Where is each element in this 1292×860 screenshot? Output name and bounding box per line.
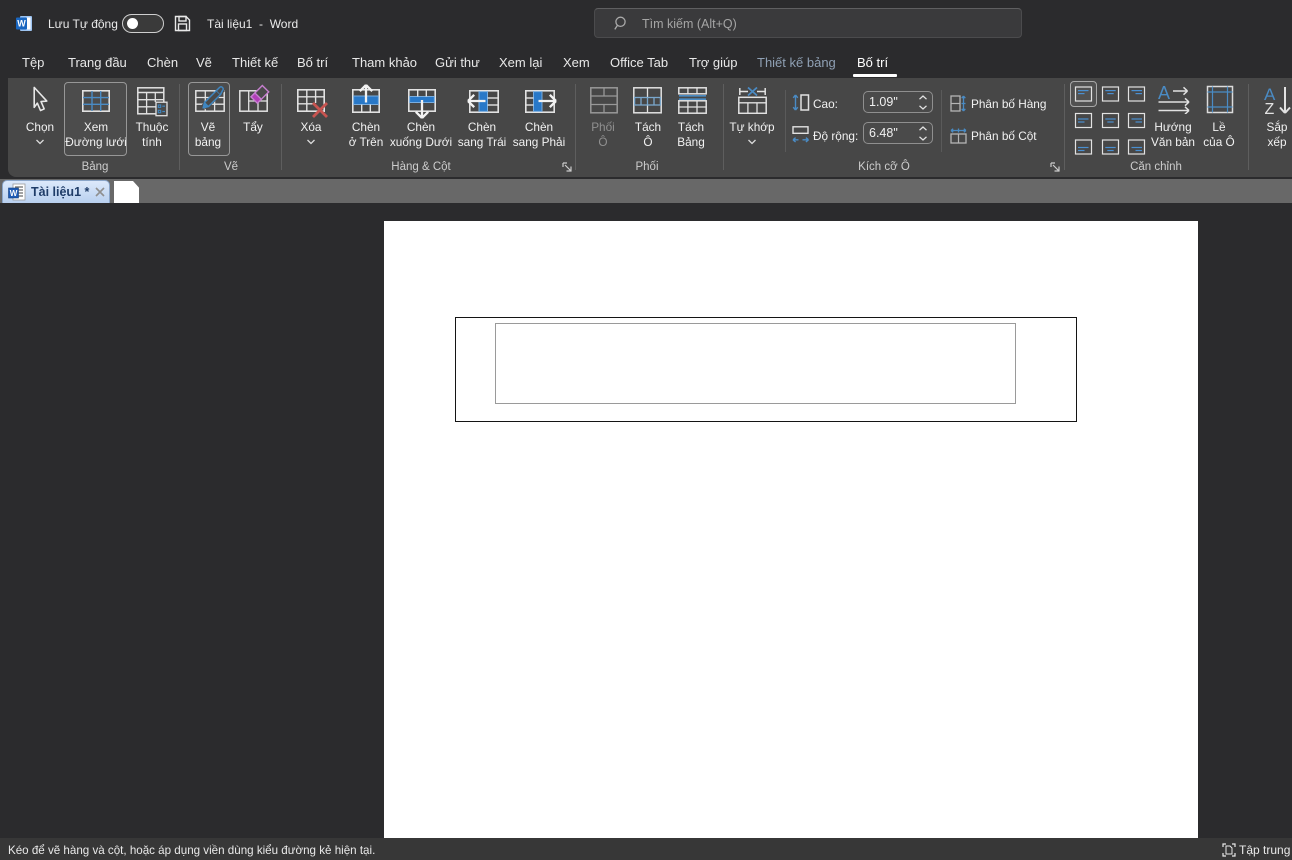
svg-text:W: W (17, 19, 26, 29)
svg-text:A: A (1158, 86, 1170, 103)
svg-text:Z: Z (1265, 101, 1275, 115)
svg-text:W: W (10, 189, 18, 198)
